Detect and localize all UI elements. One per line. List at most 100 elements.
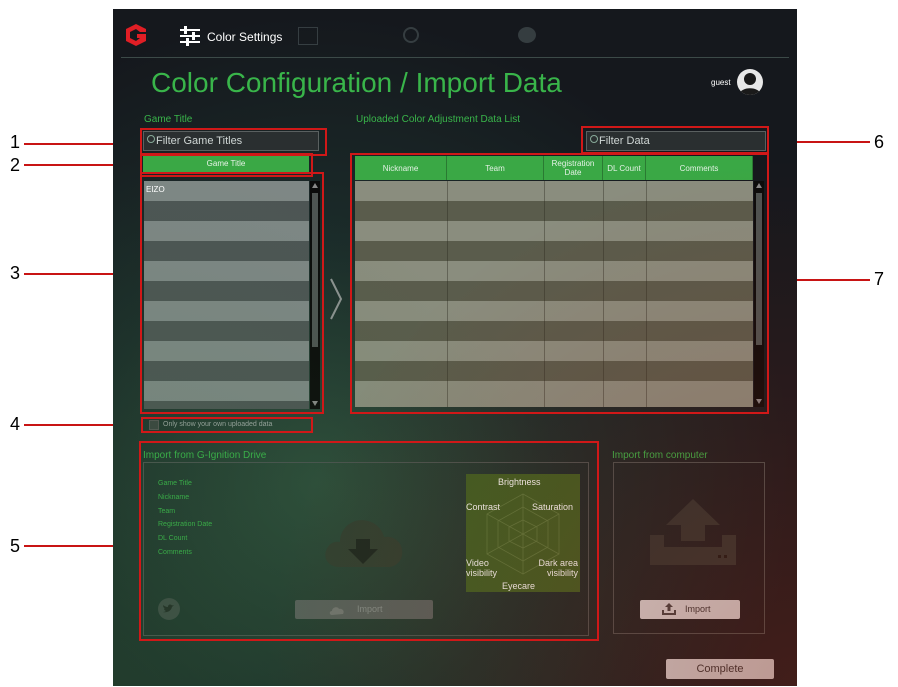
meta-label: Team	[158, 507, 176, 515]
list-item[interactable]	[144, 201, 309, 221]
list-item[interactable]	[144, 261, 309, 281]
game-title-list: EIZO	[144, 181, 322, 409]
page-title: Color Configuration / Import Data	[151, 67, 562, 98]
tab-ghost[interactable]	[298, 27, 358, 47]
table-row[interactable]	[355, 241, 753, 261]
callout-number: 6	[874, 132, 885, 152]
game-title-section-label: Game Title	[144, 114, 193, 125]
scroll-thumb[interactable]	[756, 193, 762, 345]
column-divider	[447, 181, 448, 407]
table-row[interactable]	[355, 341, 753, 361]
list-item[interactable]	[144, 381, 309, 401]
scroll-up-icon[interactable]	[756, 183, 762, 188]
import-computer-button-label: Import	[685, 604, 711, 614]
table-scrollbar[interactable]	[754, 181, 764, 407]
list-item[interactable]	[144, 401, 309, 409]
uploaded-data-section-label: Uploaded Color Adjustment Data List	[356, 114, 520, 125]
import-drive-button-label: Import	[357, 604, 383, 614]
column-divider	[646, 181, 647, 407]
callout-number: 7	[874, 269, 885, 289]
list-item[interactable]	[144, 221, 309, 241]
chevron-right-icon	[329, 277, 343, 331]
list-item[interactable]	[144, 361, 309, 381]
column-header[interactable]: Comments	[646, 156, 753, 180]
meta-label: Registration Date	[158, 521, 213, 529]
own-data-checkbox-label: Only show your own uploaded data	[163, 421, 273, 428]
scroll-thumb[interactable]	[312, 193, 318, 347]
game-title-column-header[interactable]: Game Title	[143, 156, 309, 172]
cloud-download-icon	[325, 520, 403, 567]
header-divider	[121, 57, 789, 58]
game-title-filter-placeholder: Filter Game Titles	[156, 135, 243, 147]
scroll-up-icon[interactable]	[312, 183, 318, 188]
search-icon	[590, 135, 598, 143]
user-name: guest	[711, 78, 731, 87]
upload-icon	[662, 603, 676, 615]
radar-label-saturation: Saturation	[532, 502, 574, 512]
radar-label-video-visibility: Video visibility	[466, 558, 498, 578]
table-row[interactable]	[355, 281, 753, 301]
callout-number: 1	[10, 132, 21, 152]
tab-ghost[interactable]	[403, 27, 473, 47]
color-radar-chart: Brightness Contrast Saturation Video vis…	[466, 474, 580, 592]
table-row[interactable]	[355, 361, 753, 381]
list-item[interactable]	[144, 241, 309, 261]
data-filter-placeholder: Filter Data	[599, 135, 650, 147]
user-icon	[739, 73, 761, 95]
cloud-upload-icon	[329, 607, 344, 615]
import-computer-panel: Import	[613, 462, 765, 634]
uploaded-data-table: Nickname Team Registration Date DL Count…	[355, 156, 765, 411]
callout-number: 4	[10, 414, 21, 434]
g-ignition-logo	[126, 24, 146, 46]
column-header[interactable]: DL Count	[603, 156, 646, 180]
complete-button-label: Complete	[696, 663, 744, 675]
import-drive-button[interactable]: Import	[295, 600, 433, 619]
game-title-filter-input[interactable]: Filter Game Titles	[143, 131, 319, 151]
column-header[interactable]: Team	[447, 156, 544, 180]
list-item[interactable]	[144, 321, 309, 341]
table-row[interactable]	[355, 301, 753, 321]
import-computer-section-label: Import from computer	[612, 450, 708, 461]
radar-label-brightness: Brightness	[498, 477, 541, 487]
data-filter-input[interactable]: Filter Data	[586, 131, 766, 151]
radar-label-eyecare: Eyecare	[502, 581, 536, 591]
own-data-checkbox[interactable]	[149, 420, 159, 430]
list-item[interactable]	[144, 301, 309, 321]
tab-ghost[interactable]	[518, 27, 598, 47]
import-drive-panel: Game Title Nickname Team Registration Da…	[143, 462, 589, 636]
column-divider	[544, 181, 545, 407]
table-row[interactable]	[355, 321, 753, 341]
search-icon	[147, 135, 155, 143]
list-item[interactable]	[144, 281, 309, 301]
color-settings-icon[interactable]	[179, 26, 201, 46]
radar-label-contrast: Contrast	[466, 502, 501, 512]
table-row[interactable]	[355, 181, 753, 201]
twitter-icon[interactable]	[158, 598, 180, 620]
radar-label-dark-area-visibility: Dark area visibility	[538, 558, 578, 578]
import-computer-button[interactable]: Import	[640, 600, 740, 619]
list-item-label: EIZO	[146, 185, 165, 194]
game-title-scrollbar[interactable]	[310, 181, 320, 409]
avatar[interactable]	[737, 69, 763, 95]
column-header[interactable]: Registration Date	[544, 156, 603, 180]
meta-label: Comments	[158, 548, 192, 556]
column-header[interactable]: Nickname	[355, 156, 447, 180]
color-settings-window: Color Settings Color Configuration / Imp…	[113, 9, 797, 686]
upload-tray-icon	[650, 499, 736, 565]
table-row[interactable]	[355, 381, 753, 407]
list-item[interactable]	[144, 341, 309, 361]
table-body	[355, 181, 753, 407]
complete-button[interactable]: Complete	[666, 659, 774, 679]
table-row[interactable]	[355, 201, 753, 221]
table-row[interactable]	[355, 221, 753, 241]
tab-color-settings[interactable]: Color Settings	[207, 30, 282, 44]
list-item[interactable]: EIZO	[144, 181, 309, 201]
meta-label-list: Game Title Nickname Team Registration Da…	[158, 477, 212, 560]
callout-number: 2	[10, 155, 21, 175]
scroll-down-icon[interactable]	[312, 401, 318, 406]
table-row[interactable]	[355, 261, 753, 281]
meta-label: Game Title	[158, 480, 192, 487]
import-drive-section-label: Import from G-Ignition Drive	[143, 450, 267, 461]
scroll-down-icon[interactable]	[756, 399, 762, 404]
meta-label: DL Count	[158, 535, 188, 543]
